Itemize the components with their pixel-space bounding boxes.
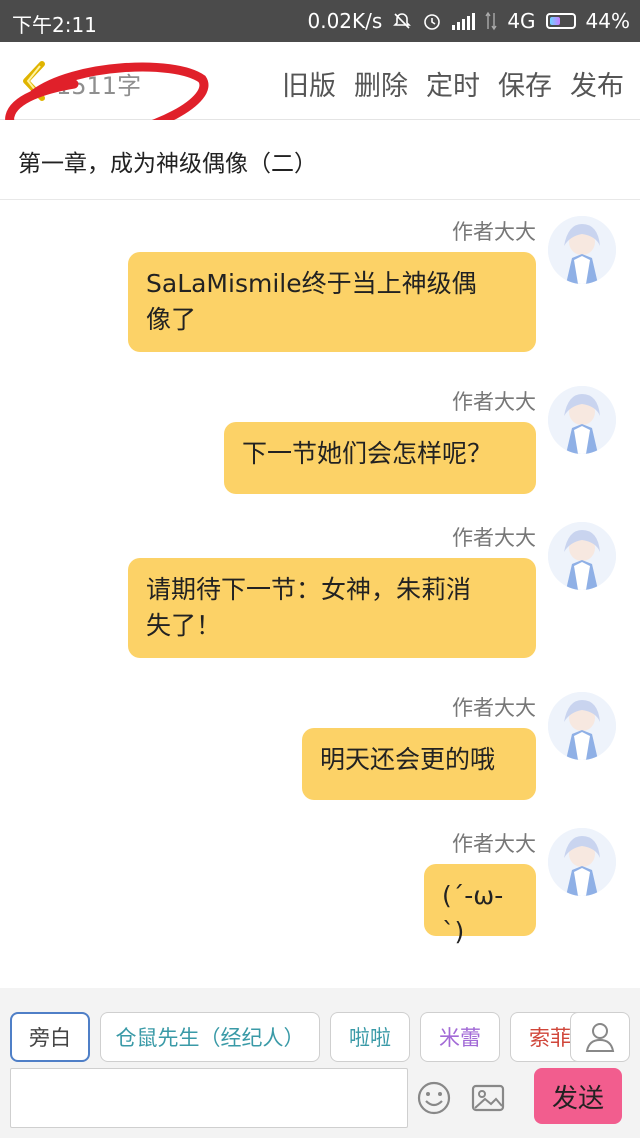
chat-message: 作者大大 请期待下一节：女神，朱莉消 失了！ xyxy=(0,518,640,668)
mute-icon xyxy=(392,11,412,31)
image-icon[interactable] xyxy=(468,1078,508,1118)
status-bar: 下午2:11 0.02K/s 4G 44% xyxy=(0,0,640,42)
message-line: (´-ω-`) xyxy=(442,881,504,946)
chapter-title-bar[interactable]: 第一章，成为神级偶像（二） xyxy=(0,120,640,200)
back-arrow-icon[interactable] xyxy=(18,60,52,102)
message-bubble[interactable]: SaLaMismile终于当上神级偶 像了 xyxy=(128,252,536,352)
message-author: 作者大大 xyxy=(452,832,536,856)
role-chip-label: 索菲 xyxy=(529,1026,571,1050)
message-bubble[interactable]: 下一节她们会怎样呢？ xyxy=(224,422,536,494)
emoji-icon[interactable] xyxy=(414,1078,454,1118)
publish-button[interactable]: 发布 xyxy=(570,64,624,103)
message-bubble[interactable]: 明天还会更的哦 xyxy=(302,728,536,800)
signal-icon xyxy=(452,12,476,30)
message-author: 作者大大 xyxy=(452,390,536,414)
message-line: 像了 xyxy=(146,305,197,334)
author-avatar[interactable] xyxy=(548,692,616,760)
manage-roles-button[interactable] xyxy=(570,1012,630,1062)
message-bubble[interactable]: (´-ω-`) xyxy=(424,864,536,946)
author-avatar[interactable] xyxy=(548,522,616,590)
alarm-icon xyxy=(422,11,442,31)
send-button[interactable]: 发送 xyxy=(534,1068,622,1124)
data-icon xyxy=(485,11,497,31)
role-chip-milei[interactable]: 米蕾 xyxy=(420,1012,500,1062)
delete-button[interactable]: 删除 xyxy=(354,64,408,103)
author-avatar[interactable] xyxy=(548,828,616,896)
battery-icon xyxy=(545,13,576,29)
chat-message: 作者大大 明天还会更的哦 xyxy=(0,688,640,808)
message-author: 作者大大 xyxy=(452,220,536,244)
network-speed: 0.02K/s xyxy=(307,9,383,33)
role-chip-label: 米蕾 xyxy=(439,1026,481,1050)
status-time: 下午2:11 xyxy=(12,13,97,37)
header-actions: 旧版 删除 定时 保存 发布 xyxy=(282,64,624,103)
word-count: 1511字 xyxy=(56,72,142,100)
message-line: 请期待下一节：女神，朱莉消 xyxy=(146,575,472,604)
message-author: 作者大大 xyxy=(452,696,536,720)
role-chip-label: 啦啦 xyxy=(349,1026,391,1050)
role-chip-hamster[interactable]: 仓鼠先生（经纪人） xyxy=(100,1012,320,1062)
network-type: 4G xyxy=(507,9,536,33)
chat-message: 作者大大 下一节她们会怎样呢？ xyxy=(0,382,640,502)
chapter-title: 第一章，成为神级偶像（二） xyxy=(18,151,317,177)
editor-header: 1511字 旧版 删除 定时 保存 发布 xyxy=(0,42,640,146)
message-bubble[interactable]: 请期待下一节：女神，朱莉消 失了！ xyxy=(128,558,536,658)
schedule-button[interactable]: 定时 xyxy=(426,64,480,103)
role-chip-label: 旁白 xyxy=(29,1026,71,1050)
message-line: 失了！ xyxy=(146,611,222,640)
compose-bar: 发送 xyxy=(0,1062,640,1138)
old-version-button[interactable]: 旧版 xyxy=(282,64,336,103)
save-button[interactable]: 保存 xyxy=(498,64,552,103)
message-author: 作者大大 xyxy=(452,526,536,550)
message-line: SaLaMismile终于当上神级偶 xyxy=(146,269,477,298)
author-avatar[interactable] xyxy=(548,386,616,454)
battery-level: 44% xyxy=(585,9,630,33)
status-indicators: 0.02K/s 4G 44% xyxy=(308,9,631,33)
message-input[interactable] xyxy=(10,1068,408,1128)
message-list: 作者大大 SaLaMismile终于当上神级偶 像了 作者大大 下一节她们会怎样… xyxy=(0,200,640,988)
chat-message: 作者大大 SaLaMismile终于当上神级偶 像了 xyxy=(0,212,640,362)
message-line: 下一节她们会怎样呢？ xyxy=(242,439,493,468)
role-chip-lala[interactable]: 啦啦 xyxy=(330,1012,410,1062)
chat-message: 作者大大 (´-ω-`) xyxy=(0,824,640,946)
role-chip-narrator[interactable]: 旁白 xyxy=(10,1012,90,1062)
role-selector-bar: 旁白 仓鼠先生（经纪人） 啦啦 米蕾 索菲 xyxy=(0,988,640,1062)
role-chip-label: 仓鼠先生（经纪人） xyxy=(115,1026,305,1050)
author-avatar[interactable] xyxy=(548,216,616,284)
message-line: 明天还会更的哦 xyxy=(320,745,496,774)
person-icon xyxy=(585,1023,615,1052)
